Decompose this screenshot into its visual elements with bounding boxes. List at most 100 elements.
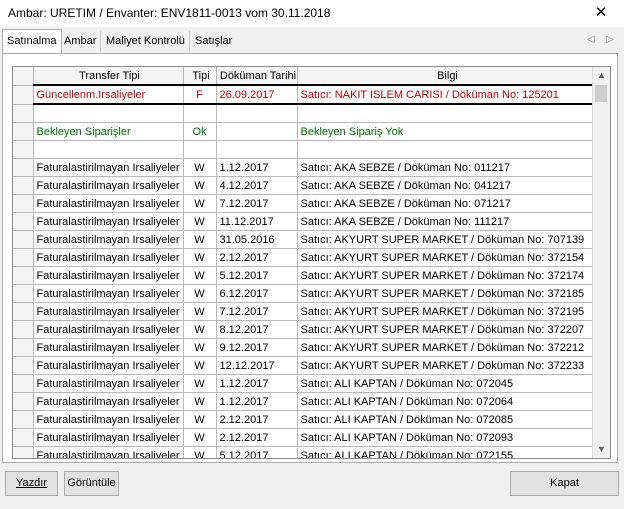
cell-transfer-tipi: Faturalastirilmayan Irsaliyeler xyxy=(33,446,184,458)
table-row[interactable]: Güncellenm.Irsaliyeler F 26.09.2017 Satıcı:… xyxy=(13,84,596,105)
row-indicator[interactable] xyxy=(13,410,34,429)
cell-bilgi xyxy=(297,140,596,159)
table-row[interactable]: Faturalastirilmayan Irsaliyeler W 6.12.201… xyxy=(13,284,596,303)
table-row[interactable]: Faturalastirilmayan Irsaliyeler W 1.12.201… xyxy=(13,158,596,177)
cell-dokuman-tarihi: 26.09.2017 xyxy=(216,84,298,105)
row-indicator[interactable] xyxy=(13,392,34,411)
cell-bilgi: Bekleyen Sipariş Yok xyxy=(297,122,596,141)
grid-table: Transfer Tipi Tipi Döküman Tarihi Bilgi … xyxy=(13,67,596,458)
row-indicator[interactable] xyxy=(13,84,34,105)
cell-bilgi: Satıcı: AKYURT SUPER MARKET / Döküman No… xyxy=(297,284,596,303)
close-icon[interactable]: ✕ xyxy=(578,0,624,27)
row-indicator[interactable] xyxy=(13,338,34,357)
cell-transfer-tipi: Faturalastirilmayan Irsaliyeler xyxy=(33,302,184,321)
row-indicator[interactable] xyxy=(13,158,34,177)
table-row[interactable]: Faturalastirilmayan Irsaliyeler W 8.12.201… xyxy=(13,320,596,339)
row-indicator[interactable] xyxy=(13,374,34,393)
scroll-thumb[interactable] xyxy=(595,85,607,102)
print-button[interactable]: Yazdır xyxy=(5,471,58,496)
row-indicator[interactable] xyxy=(13,176,34,195)
cell-dokuman-tarihi: 11.12.2017 xyxy=(216,212,298,231)
table-row[interactable]: Faturalastirilmayan Irsaliyeler W 11.12.20… xyxy=(13,212,596,231)
tab-satislar[interactable]: Satışlar xyxy=(191,31,236,52)
row-indicator[interactable] xyxy=(13,428,34,447)
tab-ambar[interactable]: Ambar xyxy=(60,31,102,52)
cell-bilgi: Satıcı: AKA SEBZE / Döküman No: 041217 xyxy=(297,176,596,195)
tab-satinalma[interactable]: Satınalma xyxy=(2,29,62,54)
table-row[interactable]: Faturalastirilmayan Irsaliyeler W 9.12.201… xyxy=(13,338,596,357)
cell-dokuman-tarihi: 1.12.2017 xyxy=(216,158,298,177)
cell-bilgi: Satıcı: ALI KAPTAN / Döküman No: 072155 xyxy=(297,446,596,458)
cell-tipi: W xyxy=(183,410,217,429)
cell-transfer-tipi xyxy=(33,140,184,159)
cell-tipi: W xyxy=(183,212,217,231)
cell-transfer-tipi: Faturalastirilmayan Irsaliyeler xyxy=(33,284,184,303)
tab-prev-icon[interactable]: ◁ xyxy=(587,34,595,45)
table-row[interactable]: Faturalastirilmayan Irsaliyeler W 2.12.201… xyxy=(13,410,596,429)
row-indicator[interactable] xyxy=(13,356,34,375)
cell-bilgi: Satıcı: AKYURT SUPER MARKET / Döküman No… xyxy=(297,230,596,249)
table-row[interactable]: Faturalastirilmayan Irsaliyeler W 2.12.201… xyxy=(13,248,596,267)
row-indicator[interactable] xyxy=(13,122,34,141)
tab-bar: Satınalma Ambar Maliyet Kontrolü Satışla… xyxy=(0,28,624,54)
data-grid[interactable]: Transfer Tipi Tipi Döküman Tarihi Bilgi … xyxy=(12,66,611,459)
table-row[interactable]: Faturalastirilmayan Irsaliyeler W 7.12.201… xyxy=(13,194,596,213)
row-indicator[interactable] xyxy=(13,248,34,267)
cell-dokuman-tarihi: 1.12.2017 xyxy=(216,392,298,411)
cell-dokuman-tarihi: 31.05.2016 xyxy=(216,230,298,249)
row-indicator[interactable] xyxy=(13,140,34,159)
column-header-transfer-tipi[interactable]: Transfer Tipi xyxy=(33,67,184,86)
table-row[interactable]: Faturalastirilmayan Irsaliyeler W 7.12.201… xyxy=(13,302,596,321)
row-indicator[interactable] xyxy=(13,266,34,285)
cell-tipi: W xyxy=(183,302,217,321)
cell-bilgi xyxy=(297,104,596,123)
cell-dokuman-tarihi: 8.12.2017 xyxy=(216,320,298,339)
column-header-tipi[interactable]: Tipi xyxy=(183,67,217,86)
cell-tipi: Ok xyxy=(183,122,217,141)
table-row[interactable] xyxy=(13,104,596,123)
table-row[interactable]: Faturalastirilmayan Irsaliyeler W 2.12.201… xyxy=(13,428,596,447)
cell-dokuman-tarihi: 12.12.2017 xyxy=(216,356,298,375)
column-header-bilgi[interactable]: Bilgi xyxy=(297,67,596,86)
tab-next-icon[interactable]: ▷ xyxy=(606,34,614,45)
view-button[interactable]: Görüntüle xyxy=(64,471,119,496)
close-button-label: Kapat xyxy=(550,477,579,489)
row-indicator[interactable] xyxy=(13,194,34,213)
table-row[interactable]: Faturalastirilmayan Irsaliyeler W 4.12.201… xyxy=(13,176,596,195)
table-row[interactable]: Faturalastirilmayan Irsaliyeler W 5.12.201… xyxy=(13,266,596,285)
row-indicator[interactable] xyxy=(13,320,34,339)
cell-tipi: W xyxy=(183,428,217,447)
table-row[interactable]: Faturalastirilmayan Irsaliyeler W 1.12.201… xyxy=(13,392,596,411)
vertical-scrollbar[interactable]: ▲ ▼ xyxy=(592,67,610,458)
row-indicator[interactable] xyxy=(13,230,34,249)
row-indicator[interactable] xyxy=(13,446,34,458)
cell-tipi: F xyxy=(183,84,217,105)
cell-bilgi: Satıcı: ALI KAPTAN / Döküman No: 072045 xyxy=(297,374,596,393)
cell-tipi: W xyxy=(183,230,217,249)
cell-dokuman-tarihi: 5.12.2017 xyxy=(216,446,298,458)
table-row[interactable]: Faturalastirilmayan Irsaliyeler W 1.12.201… xyxy=(13,374,596,393)
scroll-up-icon[interactable]: ▲ xyxy=(593,67,610,84)
cell-bilgi: Satıcı: AKYURT SUPER MARKET / Döküman No… xyxy=(297,356,596,375)
cell-bilgi: Satıcı: AKYURT SUPER MARKET / Döküman No… xyxy=(297,248,596,267)
tab-maliyet-kontrolu[interactable]: Maliyet Kontrolü xyxy=(102,31,190,52)
cell-dokuman-tarihi: 2.12.2017 xyxy=(216,248,298,267)
cell-tipi: W xyxy=(183,266,217,285)
table-row[interactable]: Faturalastirilmayan Irsaliyeler W 31.05.20… xyxy=(13,230,596,249)
scroll-down-icon[interactable]: ▼ xyxy=(593,441,610,458)
table-row[interactable]: Faturalastirilmayan Irsaliyeler W 5.12.201… xyxy=(13,446,596,458)
cell-bilgi: Satıcı: AKYURT SUPER MARKET / Döküman No… xyxy=(297,320,596,339)
row-indicator[interactable] xyxy=(13,104,34,123)
print-button-label: Yazdır xyxy=(16,477,47,489)
cell-bilgi: Satıcı: ALI KAPTAN / Döküman No: 072085 xyxy=(297,410,596,429)
row-indicator[interactable] xyxy=(13,212,34,231)
row-indicator[interactable] xyxy=(13,284,34,303)
cell-transfer-tipi: Faturalastirilmayan Irsaliyeler xyxy=(33,356,184,375)
row-indicator[interactable] xyxy=(13,302,34,321)
table-row[interactable]: Faturalastirilmayan Irsaliyeler W 12.12.20… xyxy=(13,356,596,375)
cell-dokuman-tarihi: 6.12.2017 xyxy=(216,284,298,303)
column-header-dokuman-tarihi[interactable]: Döküman Tarihi xyxy=(216,67,298,86)
table-row[interactable]: Bekleyen Siparişler Ok Bekleyen Sipariş Yo… xyxy=(13,122,596,141)
close-button[interactable]: Kapat xyxy=(510,471,619,496)
table-row[interactable] xyxy=(13,140,596,159)
